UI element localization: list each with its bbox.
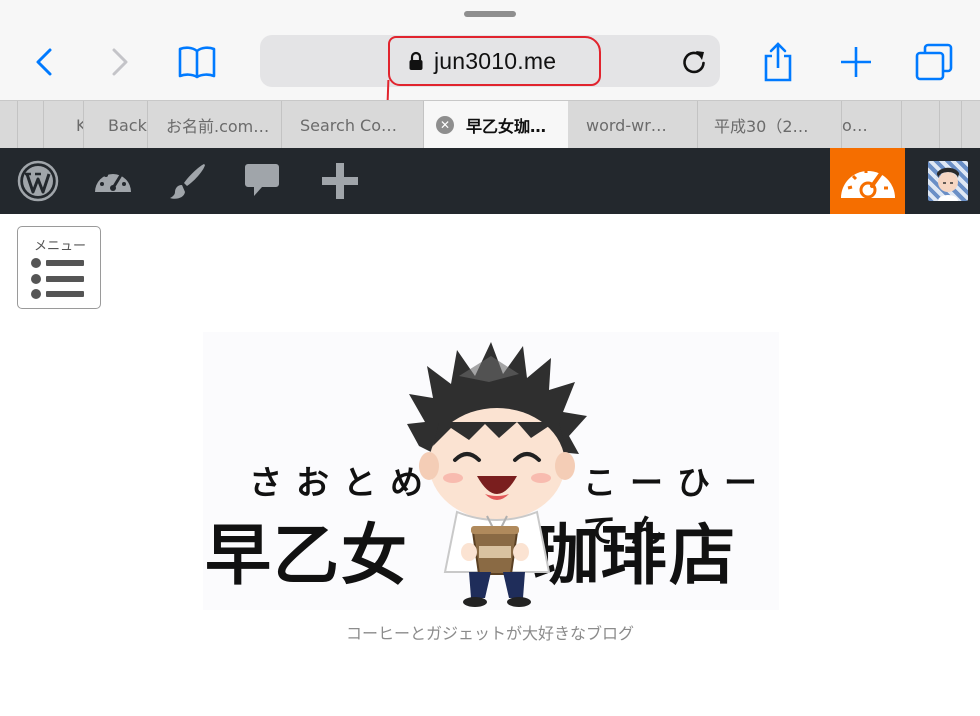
site-logo[interactable]: さおとめ こーひーてん 早乙女 珈琲店: [203, 332, 779, 610]
dashboard-button[interactable]: [82, 148, 144, 214]
dashboard-icon: [95, 170, 131, 192]
share-button[interactable]: [756, 40, 800, 84]
logo-title-left: 早乙女: [205, 517, 409, 594]
tab-k[interactable]: K: [44, 101, 84, 149]
menu-label: メニュー: [33, 239, 86, 254]
add-new-button[interactable]: [310, 148, 370, 214]
book-icon: [178, 46, 216, 79]
browser-toolbar: jun3010.me: [0, 0, 980, 103]
tab-onamae[interactable]: お名前.com…: [148, 101, 282, 149]
tabs-overview-button[interactable]: [912, 40, 956, 84]
avatar-face-icon: [936, 167, 959, 201]
bookmarks-button[interactable]: [174, 40, 220, 84]
close-tab-icon[interactable]: ✕: [436, 116, 454, 134]
gauge-icon: [840, 169, 895, 199]
url-annotation-circle: [388, 36, 601, 86]
comments-button[interactable]: [232, 148, 292, 214]
comment-icon: [245, 164, 279, 196]
back-button[interactable]: [24, 40, 64, 84]
tab-word-wrap[interactable]: word-wr…: [568, 101, 698, 149]
new-tab-button[interactable]: [834, 40, 878, 84]
tab-o[interactable]: o…: [842, 101, 902, 149]
plus-icon: [322, 163, 358, 199]
site-tagline: コーヒーとガジェットが大好きなブログ: [345, 624, 634, 643]
url-annotation-tail: [386, 79, 390, 103]
tabs-icon: [915, 43, 953, 81]
customize-button[interactable]: [158, 148, 218, 214]
performance-button[interactable]: [830, 148, 905, 214]
chevron-right-icon: [112, 48, 128, 76]
window-grabber[interactable]: [464, 11, 516, 17]
tab-edge: [0, 101, 18, 149]
tab-search-console[interactable]: Search Co…: [282, 101, 424, 149]
share-icon: [764, 42, 792, 82]
tab-heisei30[interactable]: 平成30（2…: [698, 101, 842, 149]
user-account-button[interactable]: [915, 148, 980, 214]
list-icon: [31, 258, 84, 299]
wp-admin-bar: [0, 148, 980, 214]
wp-logo-button[interactable]: [0, 148, 76, 214]
brush-icon: [170, 164, 205, 199]
reload-icon[interactable]: [680, 48, 708, 76]
tab-edge: [902, 101, 940, 149]
site-menu-button[interactable]: メニュー: [17, 226, 101, 309]
avatar: [927, 161, 968, 201]
mascot-illustration: [407, 342, 587, 607]
chevron-left-icon: [36, 48, 52, 76]
forward-button[interactable]: [100, 40, 140, 84]
plus-icon: [841, 47, 871, 77]
tab-edge: [18, 101, 44, 149]
tab-back[interactable]: Back: [84, 101, 148, 149]
tab-saotome-active[interactable]: ✕ 早乙女珈…: [424, 101, 568, 149]
wordpress-icon: [17, 160, 59, 202]
tab-bar: K Back お名前.com… Search Co… ✕ 早乙女珈… word-…: [0, 100, 980, 149]
tab-edge: [940, 101, 962, 149]
